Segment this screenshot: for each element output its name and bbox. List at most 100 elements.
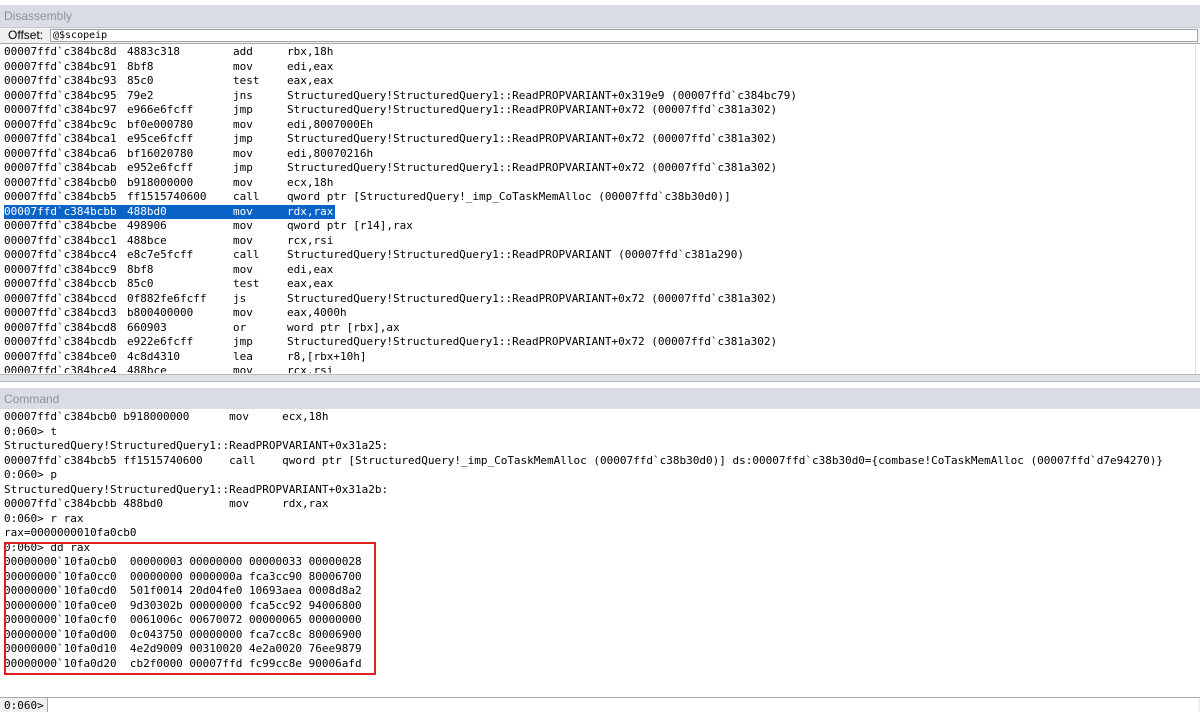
disassembly-line[interactable]: 00007ffd`c384bc95 79e2 jns StructuredQuery!… (4, 89, 1198, 104)
instruction-bytes: b918000000 (127, 175, 194, 189)
instruction-bytes: e922e6fcff (127, 335, 194, 348)
disassembly-line[interactable]: 00007ffd`c384bcd8 660903 or word ptr [rbx],… (4, 321, 1198, 336)
command-output-line: 0:060> dd rax (4, 540, 91, 554)
instruction-operands: StructuredQuery!StructuredQuery1::ReadPR… (287, 103, 778, 116)
command-output-line: 0:060> t (4, 424, 57, 438)
instruction-address: 00007ffd`c384bc91 (4, 59, 117, 73)
command-output-line: 00000000`10fa0ce0 9d30302b 00000000 fca5… (4, 598, 362, 612)
instruction-address: 00007ffd`c384bc95 (4, 88, 117, 102)
disassembly-line[interactable]: 00007ffd`c384bcdb e922e6fcff jmp Structured… (4, 335, 1198, 350)
instruction-address: 00007ffd`c384bcab (4, 161, 117, 174)
instruction-operands: r8,[rbx+10h] (287, 349, 367, 363)
instruction-bytes: 660903 (127, 320, 167, 334)
instruction-address: 00007ffd`c384bcdb (4, 335, 117, 348)
instruction-bytes: 4c8d4310 (127, 349, 180, 363)
instruction-bytes: e95ce6fcff (127, 132, 194, 145)
instruction-bytes: e952e6fcff (127, 161, 194, 174)
instruction-mnemonic: mov (233, 146, 253, 160)
instruction-operands: edi,eax (287, 262, 334, 276)
instruction-mnemonic: lea (233, 349, 253, 363)
command-output-line: 00000000`10fa0d20 cb2f0000 00007ffd fc99… (4, 656, 362, 670)
instruction-bytes: e966e6fcff (127, 103, 194, 116)
command-output-line: 00007ffd`c384bcb5 ff1515740600 call qwor… (4, 453, 1163, 467)
instruction-bytes: ff1515740600 (127, 190, 207, 203)
instruction-address: 00007ffd`c384bcc4 (4, 248, 117, 261)
instruction-address: 00007ffd`c384bcd8 (4, 320, 117, 334)
command-output-line: 0:060> r rax (4, 511, 84, 525)
disassembly-line[interactable]: 00007ffd`c384bccd 0f882fe6fcff js Structure… (4, 292, 1198, 307)
command-output-line: rax=0000000010fa0cb0 (4, 526, 137, 539)
instruction-operands: StructuredQuery!StructuredQuery1::ReadPR… (287, 335, 778, 348)
instruction-bytes: 498906 (127, 219, 167, 232)
instruction-address: 00007ffd`c384bcbe (4, 219, 117, 232)
command-input-bar: 0:060> (0, 697, 1200, 712)
command-input[interactable] (47, 698, 1198, 712)
disassembly-line[interactable]: 00007ffd`c384bccb 85c0 test eax,eax (4, 277, 1198, 292)
disassembly-line[interactable]: 00007ffd`c384bcbb 488bd0 mov rdx,rax (4, 204, 1198, 219)
instruction-bytes: 488bce (127, 364, 167, 373)
command-output-line: 0:060> p (4, 468, 57, 481)
instruction-mnemonic: mov (233, 364, 253, 373)
disassembly-line[interactable]: 00007ffd`c384bcab e952e6fcff jmp Structured… (4, 161, 1198, 176)
instruction-address: 00007ffd`c384bcd3 (4, 306, 117, 319)
disassembly-line[interactable]: 00007ffd`c384bcc9 8bf8 mov edi,eax (4, 263, 1198, 278)
instruction-bytes: 8bf8 (127, 59, 154, 73)
command-output-line: StructuredQuery!StructuredQuery1::ReadPR… (4, 482, 389, 496)
panel-splitter[interactable] (0, 374, 1200, 382)
instruction-operands: qword ptr [r14],rax (287, 219, 413, 232)
instruction-bytes: 488bd0 (127, 204, 167, 219)
disassembly-line[interactable]: 00007ffd`c384bce0 4c8d4310 lea r8,[rbx+10h] (4, 350, 1198, 365)
instruction-bytes: e8c7e5fcff (127, 248, 194, 261)
instruction-bytes: b800400000 (127, 306, 194, 319)
instruction-mnemonic: mov (233, 59, 253, 73)
disassembly-line[interactable]: 00007ffd`c384bcb5 ff1515740600 call qword p… (4, 190, 1198, 205)
command-output[interactable]: 00007ffd`c384bcb0 b918000000 mov ecx,18h… (4, 410, 1198, 696)
disassembly-line[interactable]: 00007ffd`c384bcc1 488bce mov rcx,rsi (4, 234, 1198, 249)
instruction-bytes: 79e2 (127, 88, 154, 102)
instruction-bytes: 4883c318 (127, 45, 180, 58)
instruction-mnemonic: js (233, 291, 247, 305)
instruction-address: 00007ffd`c384bc9c (4, 117, 117, 131)
instruction-operands: rcx,rsi (287, 364, 334, 373)
instruction-mnemonic: or (233, 320, 247, 334)
command-output-line: StructuredQuery!StructuredQuery1::ReadPR… (4, 439, 389, 452)
disassembly-line[interactable]: 00007ffd`c384bc97 e966e6fcff jmp Structured… (4, 103, 1198, 118)
instruction-address: 00007ffd`c384bca6 (4, 146, 117, 160)
instruction-address: 00007ffd`c384bca1 (4, 132, 117, 145)
disassembly-line[interactable]: 00007ffd`c384bc9c bf0e000780 mov edi,800700… (4, 118, 1198, 133)
command-output-line: 00000000`10fa0cd0 501f0014 20d04fe0 1069… (4, 584, 362, 597)
command-panel-title: Command (0, 388, 1200, 409)
instruction-operands: StructuredQuery!StructuredQuery1::ReadPR… (287, 248, 744, 261)
instruction-address: 00007ffd`c384bcb5 (4, 190, 117, 203)
instruction-bytes: 8bf8 (127, 262, 154, 276)
instruction-mnemonic: add (233, 45, 253, 58)
instruction-operands: qword ptr [StructuredQuery!_imp_CoTaskMe… (287, 190, 731, 203)
disassembly-line[interactable]: 00007ffd`c384bc8d 4883c318 add rbx,18h (4, 45, 1198, 60)
disassembly-scrollbar-edge (1195, 45, 1196, 375)
command-output-line: 00000000`10fa0cb0 00000003 00000000 0000… (4, 555, 362, 568)
disassembly-line[interactable]: 00007ffd`c384bce4 488bce mov rcx,rsi (4, 364, 1198, 373)
disassembly-line[interactable]: 00007ffd`c384bcbe 498906 mov qword ptr [r14… (4, 219, 1198, 234)
instruction-address: 00007ffd`c384bcbb (4, 204, 117, 219)
instruction-operands: edi,eax (287, 59, 334, 73)
instruction-mnemonic: mov (233, 306, 253, 319)
offset-label: Offset: (8, 28, 44, 42)
instruction-mnemonic: jmp (233, 161, 253, 174)
command-output-line: 00007ffd`c384bcbb 488bd0 mov rdx,rax (4, 497, 329, 510)
disassembly-line[interactable]: 00007ffd`c384bc93 85c0 test eax,eax (4, 74, 1198, 89)
instruction-bytes: 85c0 (127, 277, 154, 290)
disassembly-listing[interactable]: 00007ffd`c384bc8d 4883c318 add rbx,18h 00007… (4, 45, 1198, 373)
disassembly-line[interactable]: 00007ffd`c384bcd3 b800400000 mov eax,4000h (4, 306, 1198, 321)
disassembly-line[interactable]: 00007ffd`c384bcc4 e8c7e5fcff call Structure… (4, 248, 1198, 263)
command-output-line: 00000000`10fa0cf0 0061006c 00670072 0000… (4, 613, 362, 626)
disassembly-line[interactable]: 00007ffd`c384bca1 e95ce6fcff jmp Structured… (4, 132, 1198, 147)
disassembly-line[interactable]: 00007ffd`c384bc91 8bf8 mov edi,eax (4, 60, 1198, 75)
instruction-address: 00007ffd`c384bccd (4, 291, 117, 305)
instruction-operands: rbx,18h (287, 45, 334, 58)
disassembly-line[interactable]: 00007ffd`c384bcb0 b918000000 mov ecx,18h (4, 176, 1198, 191)
instruction-operands: ecx,18h (287, 175, 334, 189)
instruction-address: 00007ffd`c384bce4 (4, 364, 117, 373)
disassembly-line[interactable]: 00007ffd`c384bca6 bf16020780 mov edi,800702… (4, 147, 1198, 162)
instruction-operands: edi,80070216h (287, 146, 374, 160)
offset-input[interactable]: @$scopeip (50, 29, 1198, 42)
